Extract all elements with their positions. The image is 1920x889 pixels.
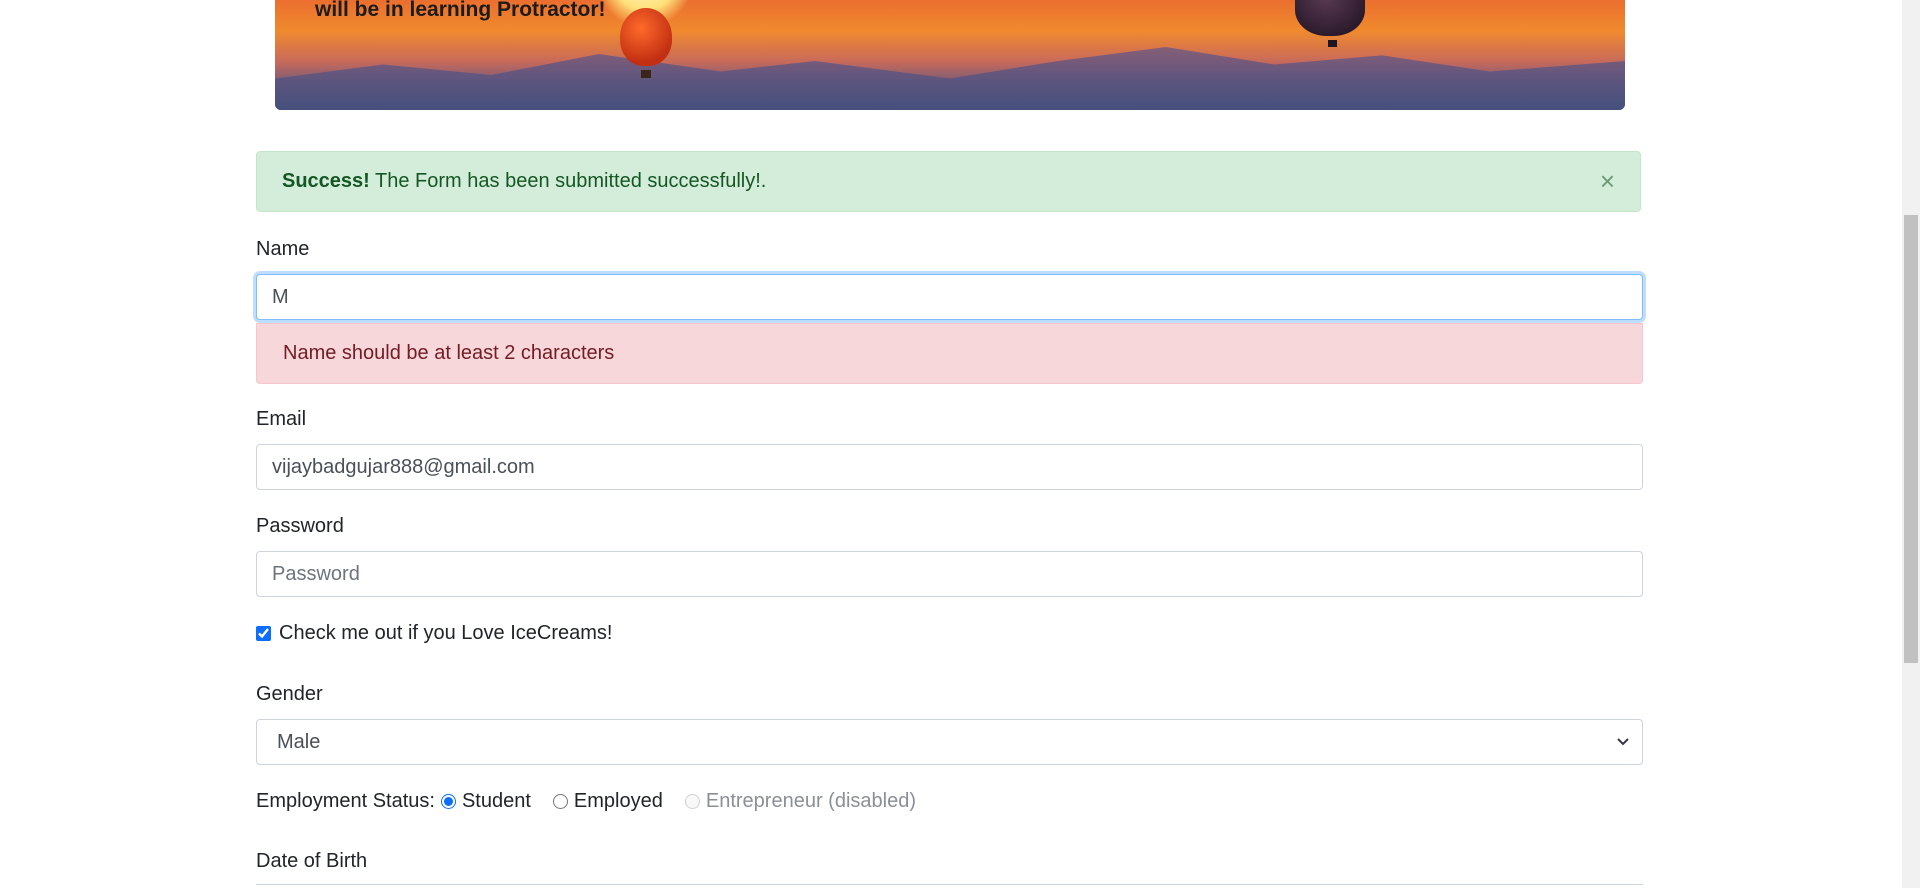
email-input[interactable] bbox=[256, 444, 1643, 490]
dob-input[interactable] bbox=[256, 884, 1643, 889]
email-label: Email bbox=[256, 408, 307, 430]
hot-air-balloon-icon bbox=[620, 8, 672, 66]
employment-status-group: Employment Status: Student Employed Entr… bbox=[256, 790, 916, 813]
name-input[interactable] bbox=[256, 274, 1643, 320]
success-alert: Success! The Form has been submitted suc… bbox=[256, 151, 1641, 212]
dob-label: Date of Birth bbox=[256, 850, 368, 872]
icecream-checkbox[interactable] bbox=[256, 626, 271, 641]
password-label: Password bbox=[256, 515, 344, 537]
success-alert-strong: Success! bbox=[282, 170, 370, 192]
password-input[interactable] bbox=[256, 551, 1643, 597]
banner-image: will be in learning Protractor! bbox=[275, 0, 1625, 110]
balloon-basket-graphic bbox=[641, 70, 651, 78]
gender-select[interactable]: Male bbox=[256, 719, 1643, 765]
employment-radio-employed[interactable] bbox=[552, 794, 568, 809]
gender-selected-value: Male bbox=[277, 731, 321, 753]
chevron-down-icon bbox=[1616, 720, 1630, 782]
name-error-alert: Name should be at least 2 characters bbox=[256, 323, 1643, 384]
employment-radio-student[interactable] bbox=[440, 794, 456, 809]
name-label: Name bbox=[256, 238, 310, 260]
hot-air-balloon-icon bbox=[1295, 0, 1365, 36]
icecream-checkbox-row: Check me out if you Love IceCreams! bbox=[256, 622, 612, 645]
success-alert-message: The Form has been submitted successfully… bbox=[369, 170, 767, 192]
employment-option-student-label: Student bbox=[461, 790, 531, 812]
gender-label: Gender bbox=[256, 683, 323, 705]
employment-option-employed-label: Employed bbox=[573, 790, 663, 812]
vertical-scrollbar[interactable] bbox=[1902, 0, 1920, 888]
scrollbar-thumb[interactable] bbox=[1904, 215, 1918, 663]
close-icon[interactable]: × bbox=[1600, 152, 1615, 211]
employment-radio-entrepreneur bbox=[684, 794, 700, 809]
balloon-basket-graphic bbox=[1328, 40, 1337, 47]
employment-option-entrepreneur-label: Entrepreneur (disabled) bbox=[705, 790, 916, 812]
icecream-checkbox-label: Check me out if you Love IceCreams! bbox=[279, 622, 613, 644]
mountains-graphic bbox=[275, 47, 1625, 110]
banner-text: will be in learning Protractor! bbox=[315, 0, 606, 21]
employment-status-label: Employment Status: bbox=[256, 790, 435, 812]
